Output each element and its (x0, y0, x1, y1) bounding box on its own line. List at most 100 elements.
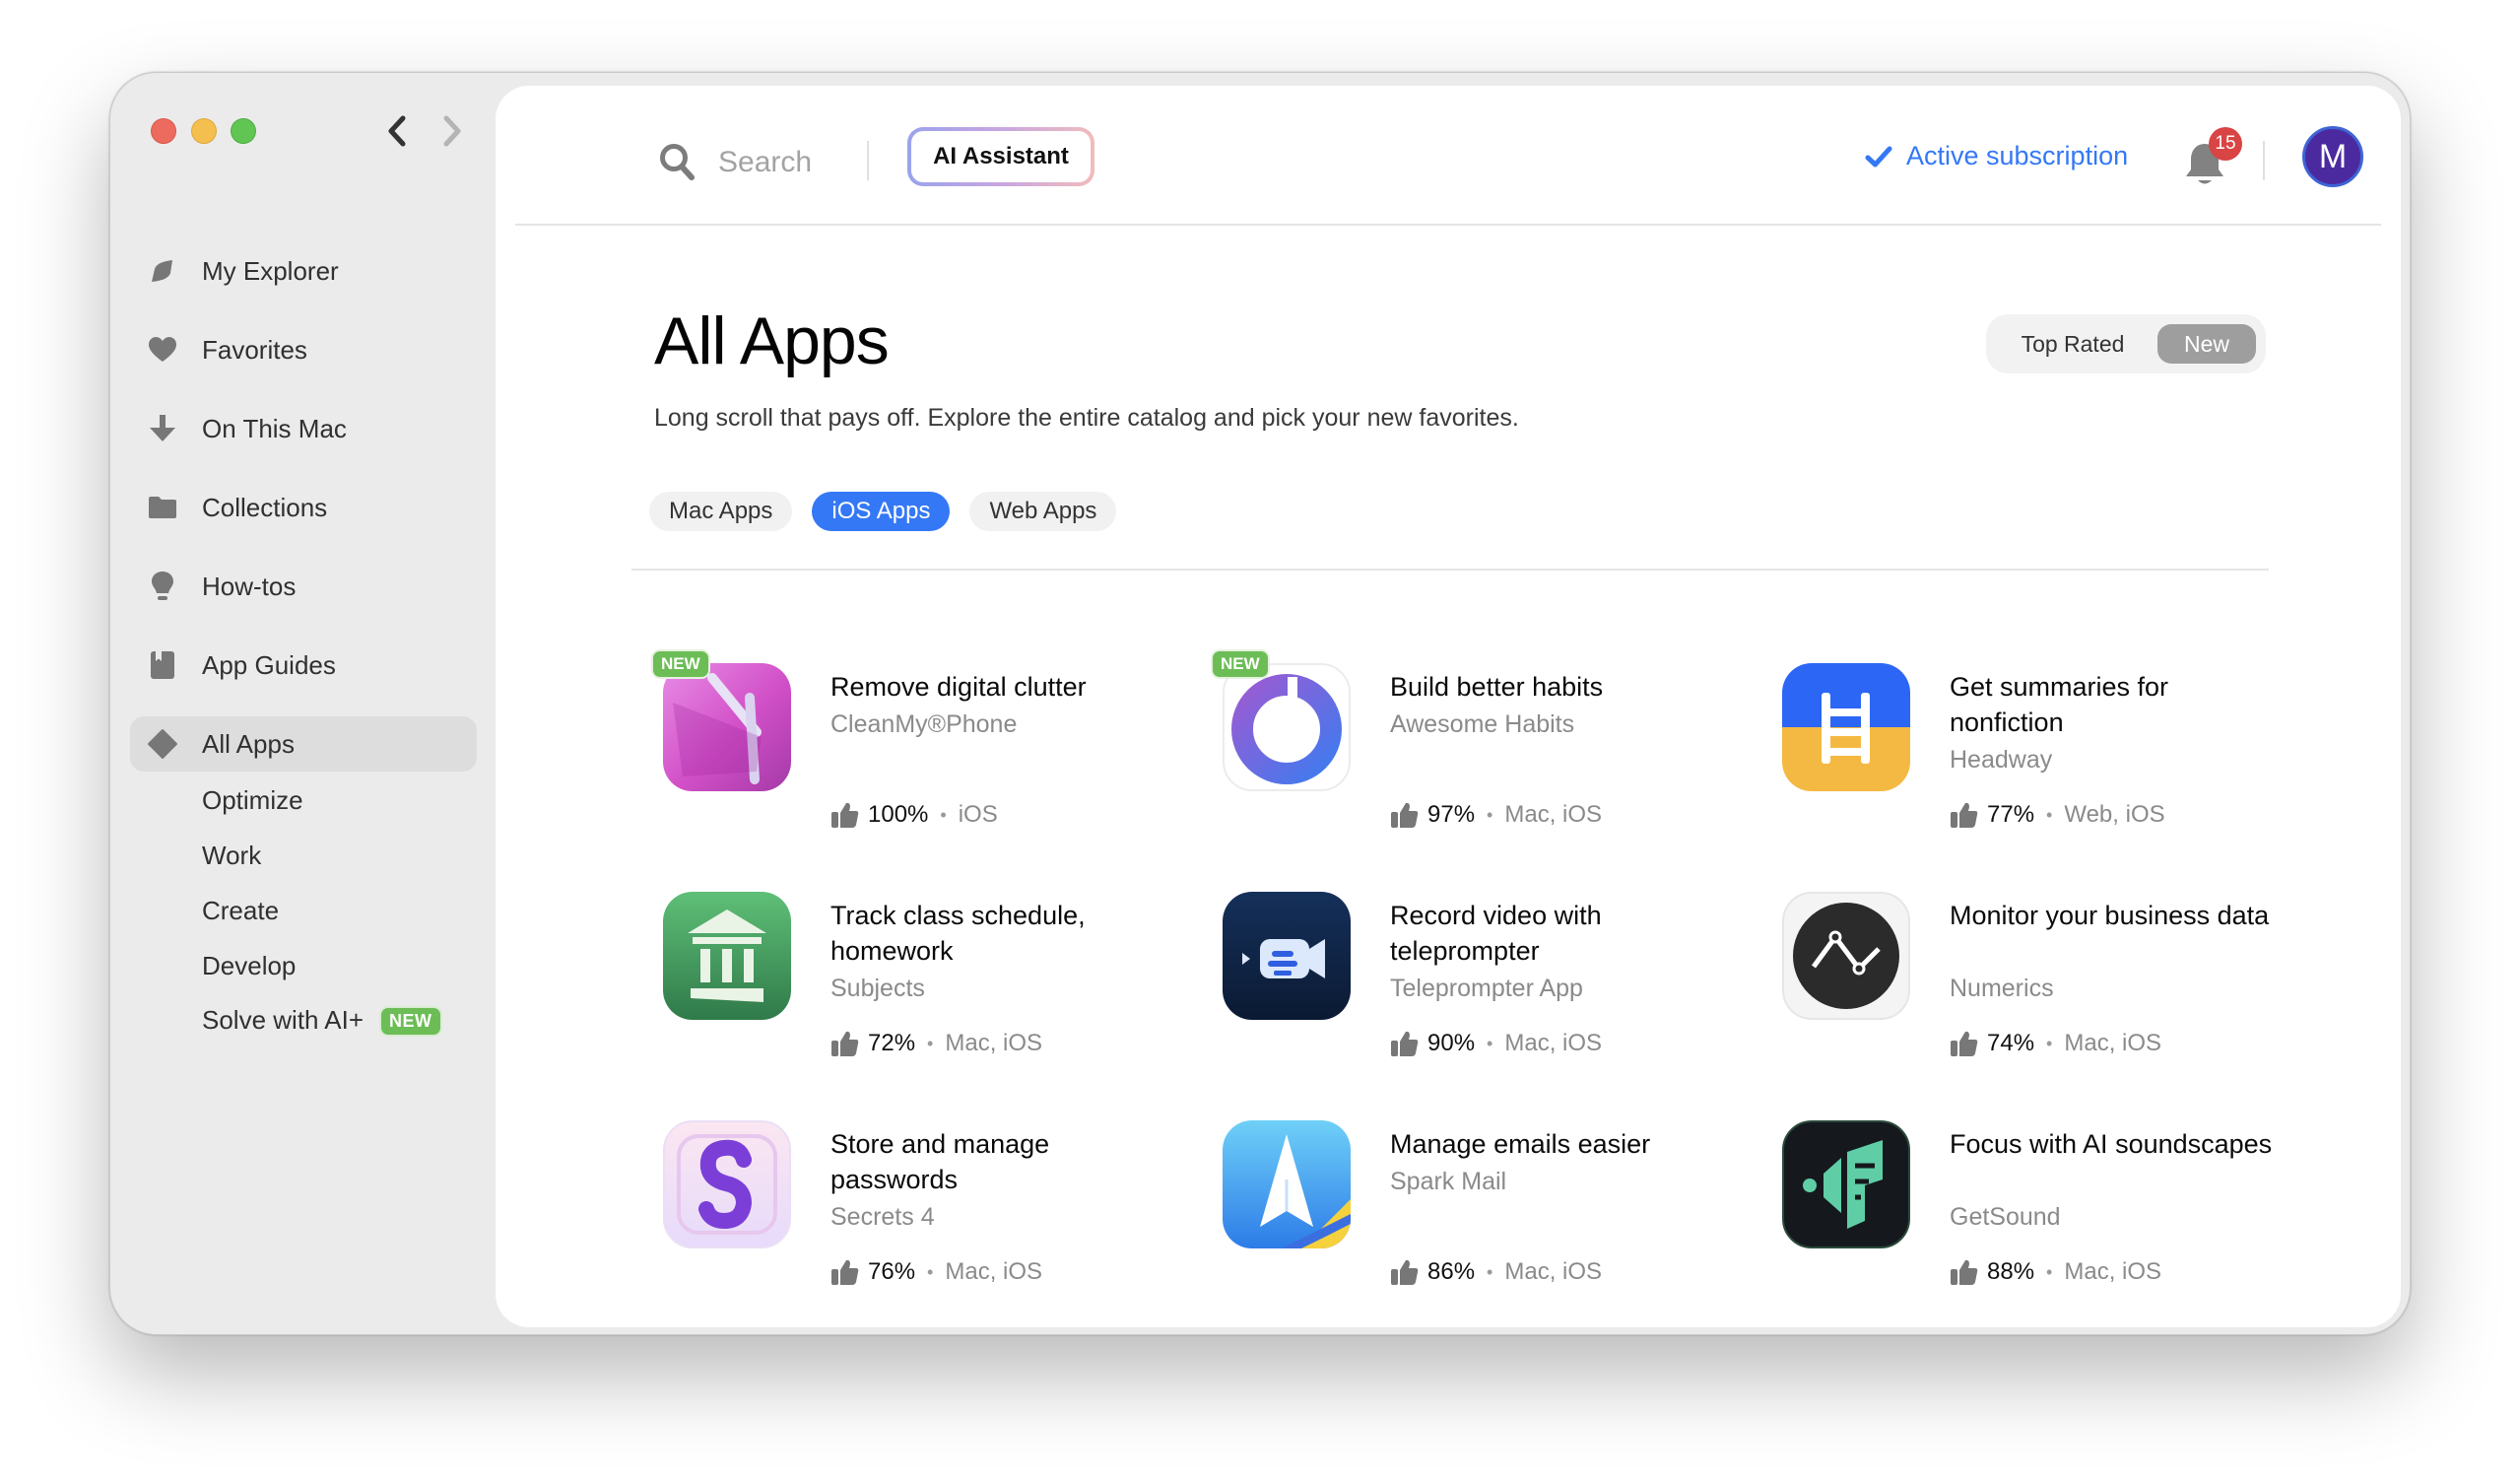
header-divider (515, 224, 2381, 226)
numerics-app-icon (1782, 892, 1910, 1020)
user-avatar[interactable]: M (2302, 126, 2363, 187)
new-badge: NEW (379, 1006, 442, 1038)
notification-count-badge: 15 (2209, 127, 2242, 161)
notifications-button[interactable]: 15 (2183, 127, 2242, 190)
main-content: Search AI Assistant Active subscription … (496, 86, 2401, 1327)
app-rating: 76% (868, 1258, 916, 1285)
app-developer: Headway (1950, 746, 2053, 774)
separator-dot: • (2046, 1261, 2053, 1282)
new-badge: NEW (651, 649, 710, 679)
thumbs-up-icon (1951, 802, 1978, 828)
maximize-window-button[interactable] (231, 118, 256, 144)
app-card-numerics[interactable]: Monitor your business data Numerics 74% … (1772, 892, 2304, 1089)
app-card-cleanmyphone[interactable]: NEW Remove digital clutter CleanMy®Phone… (651, 649, 1185, 860)
thumbs-up-icon (831, 802, 859, 828)
app-rating: 77% (1987, 801, 2035, 828)
app-developer: Numerics (1950, 975, 2054, 1002)
separator-dot: • (2046, 1033, 2053, 1053)
separator-dot: • (2046, 804, 2053, 825)
app-meta: 97% • Mac, iOS (1390, 801, 1602, 829)
sidebar-subitem-work[interactable]: Work (130, 828, 477, 883)
sidebar-item-app-guides[interactable]: App Guides (130, 638, 477, 693)
sidebar-item-how-tos[interactable]: How-tos (130, 559, 477, 614)
tab-web-apps[interactable]: Web Apps (969, 492, 1117, 531)
app-card-subjects[interactable]: Track class schedule, homework Subjects … (653, 892, 1185, 1089)
app-card-spark-mail[interactable]: Manage emails easier Spark Mail 86% • Ma… (1213, 1120, 1745, 1317)
sidebar-subitem-create[interactable]: Create (130, 883, 477, 938)
tab-ios-apps[interactable]: iOS Apps (812, 492, 951, 531)
app-platforms: iOS (958, 801, 998, 828)
app-title: Manage emails easier (1390, 1129, 1651, 1159)
sidebar-subitem-optimize[interactable]: Optimize (130, 773, 477, 828)
app-meta: 74% • Mac, iOS (1950, 1030, 2161, 1057)
download-arrow-icon (146, 412, 179, 445)
sidebar-item-all-apps[interactable]: All Apps (130, 716, 477, 772)
app-rating: 90% (1427, 1030, 1476, 1056)
sort-top-rated[interactable]: Top Rated (1994, 324, 2152, 364)
sidebar-item-label: On This Mac (202, 413, 347, 443)
app-meta: 100% • iOS (830, 801, 998, 829)
sidebar-subitem-solve-with-ai[interactable]: Solve with AI+ NEW (130, 993, 477, 1048)
app-title: Record video with teleprompter (1390, 901, 1602, 966)
app-title: Focus with AI soundscapes (1950, 1129, 2273, 1159)
active-subscription-link[interactable]: Active subscription (1865, 141, 2128, 171)
app-card-headway[interactable]: Get summaries for nonfiction Headway 77%… (1772, 663, 2304, 860)
app-platforms: Mac, iOS (1504, 1030, 1603, 1056)
thumbs-up-icon (1391, 1259, 1419, 1285)
awesome-habits-app-icon (1223, 663, 1351, 791)
leaf-icon (146, 254, 179, 288)
search-field[interactable]: Search (659, 133, 812, 192)
search-icon (660, 144, 695, 180)
folder-icon (146, 491, 179, 524)
sidebar-subitem-develop[interactable]: Develop (130, 938, 477, 993)
app-title: Store and manage passwords (830, 1129, 1050, 1194)
sidebar-item-my-explorer[interactable]: My Explorer (130, 243, 477, 299)
subscription-label: Active subscription (1906, 141, 2129, 170)
app-rating: 72% (868, 1030, 916, 1056)
app-developer: Spark Mail (1390, 1168, 1507, 1195)
teleprompter-app-icon (1223, 892, 1351, 1020)
app-meta: 77% • Web, iOS (1950, 801, 2165, 829)
app-card-getsound[interactable]: Focus with AI soundscapes GetSound 88% •… (1772, 1120, 2304, 1317)
app-card-secrets[interactable]: Store and manage passwords Secrets 4 76%… (653, 1120, 1185, 1317)
tab-mac-apps[interactable]: Mac Apps (649, 492, 793, 531)
app-title: Build better habits (1390, 672, 1604, 702)
thumbs-up-icon (1951, 1259, 1978, 1285)
sort-segmented-control: Top Rated New (1986, 314, 2266, 373)
sidebar-item-label: Develop (202, 950, 297, 980)
subjects-app-icon (663, 892, 791, 1020)
minimize-window-button[interactable] (191, 118, 217, 144)
app-rating: 100% (868, 801, 929, 828)
ai-assistant-button[interactable]: AI Assistant (907, 127, 1094, 186)
sidebar-item-on-this-mac[interactable]: On This Mac (130, 401, 477, 456)
separator-dot: • (1487, 804, 1493, 825)
getsound-app-icon (1782, 1120, 1910, 1248)
close-window-button[interactable] (151, 118, 176, 144)
new-badge: NEW (1211, 649, 1270, 679)
sidebar-item-label: How-tos (202, 571, 297, 601)
thumbs-up-icon (1391, 802, 1419, 828)
app-card-teleprompter[interactable]: Record video with teleprompter Telepromp… (1213, 892, 1745, 1089)
header-separator (867, 141, 869, 180)
lightbulb-icon (146, 570, 179, 603)
sidebar-item-label: My Explorer (202, 255, 339, 286)
app-rating: 86% (1427, 1258, 1476, 1285)
thumbs-up-icon (1391, 1031, 1419, 1056)
sidebar-item-label: App Guides (202, 649, 336, 680)
separator-dot: • (927, 1033, 934, 1053)
app-window: My Explorer Favorites On This Mac Collec… (109, 72, 2411, 1335)
checkmark-icon (1865, 146, 1892, 167)
cleanmyphone-app-icon (663, 663, 791, 791)
sidebar-item-label: All Apps (202, 728, 295, 759)
app-card-awesome-habits[interactable]: NEW Build better habits Awesome Habits 9… (1211, 649, 1745, 860)
sort-new[interactable]: New (2157, 324, 2256, 364)
sidebar-item-favorites[interactable]: Favorites (130, 322, 477, 377)
forward-button[interactable] (432, 109, 472, 153)
secrets-app-icon (663, 1120, 791, 1248)
back-button[interactable] (377, 109, 417, 153)
sidebar-item-collections[interactable]: Collections (130, 480, 477, 535)
app-meta: 72% • Mac, iOS (830, 1030, 1042, 1057)
chevron-right-icon (443, 115, 461, 147)
thumbs-up-icon (831, 1031, 859, 1056)
search-placeholder: Search (718, 146, 813, 178)
